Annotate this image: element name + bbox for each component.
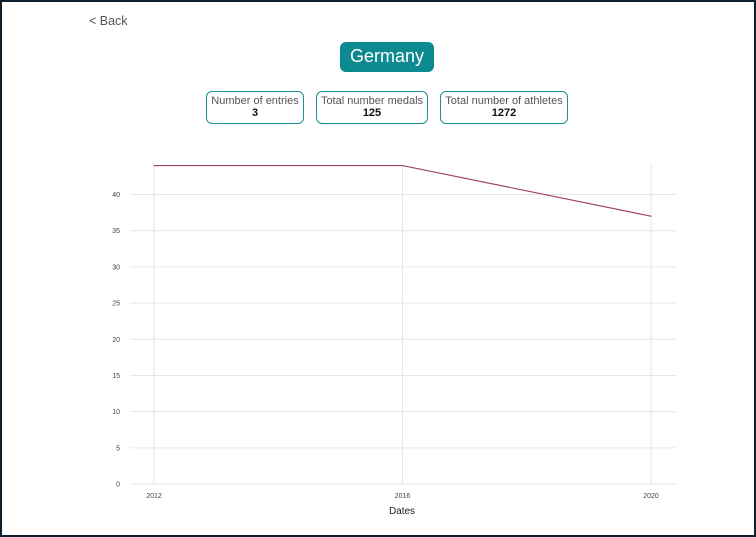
y-tick-label: 30 (112, 264, 120, 271)
y-tick-label: 5 (116, 445, 120, 452)
x-tick-label: 2012 (146, 493, 162, 500)
y-axis-ticks: 0 5 10 15 20 25 30 35 40 (112, 192, 120, 489)
data-point (153, 164, 155, 167)
chart-grid (130, 165, 676, 485)
y-tick-label: 20 (112, 337, 120, 344)
y-tick-label: 15 (112, 373, 120, 380)
x-axis-title: Dates (389, 506, 415, 517)
y-tick-label: 10 (112, 409, 120, 416)
y-tick-label: 35 (112, 228, 120, 235)
x-axis-ticks: 2012 2016 2020 (146, 493, 659, 500)
y-tick-label: 40 (112, 192, 120, 199)
line-chart: 0 5 10 15 20 25 30 35 40 2012 2016 2020 Dates (112, 164, 676, 517)
y-tick-label: 25 (112, 301, 120, 308)
x-tick-label: 2020 (643, 493, 659, 500)
x-tick-label: 2016 (395, 493, 411, 500)
y-tick-label: 0 (116, 482, 120, 489)
data-point (650, 215, 652, 217)
data-point (401, 164, 404, 167)
